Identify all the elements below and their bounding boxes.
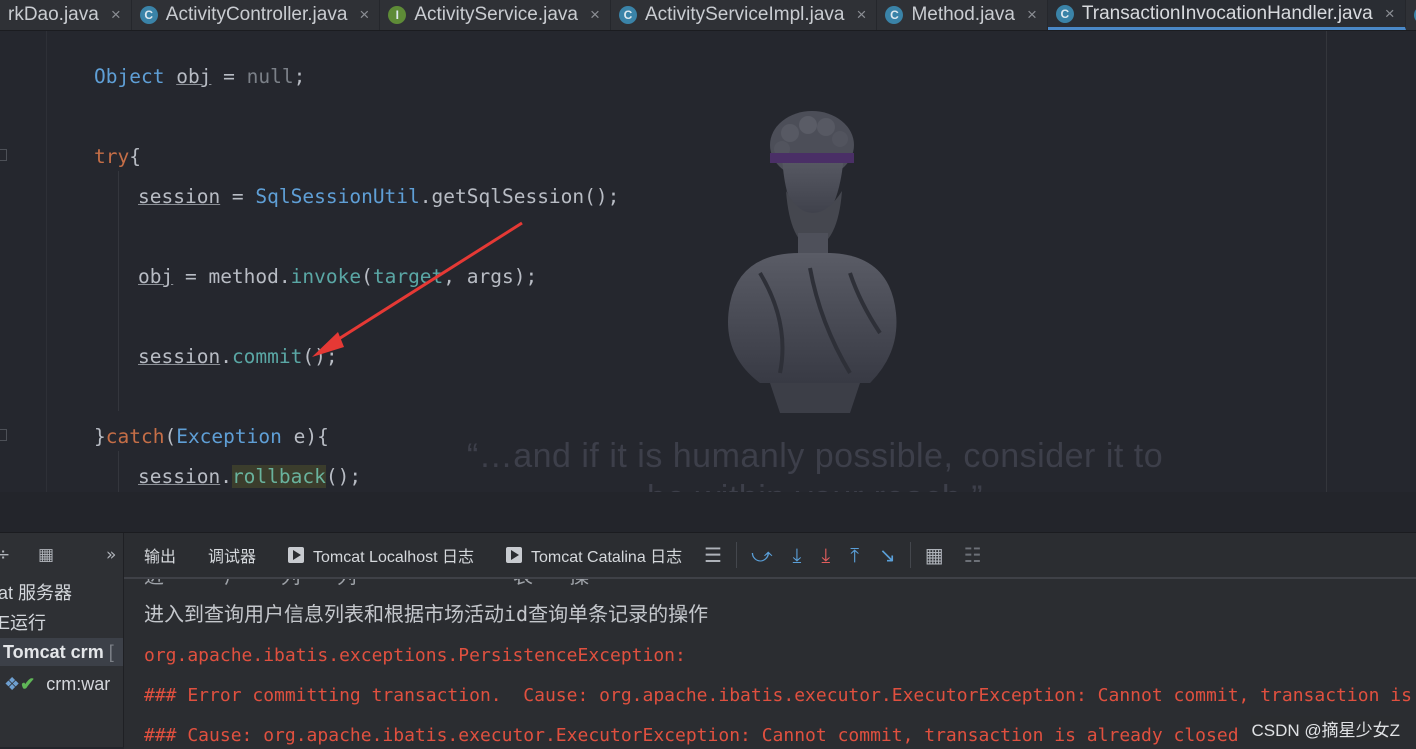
console-toolbar: 输出 调试器 Tomcat Localhost 日志 Tomcat Catali…	[124, 533, 1416, 577]
interface-icon: I	[388, 6, 407, 24]
close-icon[interactable]: ×	[1385, 4, 1395, 24]
indent-guide	[118, 451, 119, 492]
code-line[interactable]: session = SqlSessionUtil.getSqlSession()…	[138, 184, 619, 210]
console-line: 进 · · 户 · 列 · 列 · · · · · · 表 · 操	[144, 579, 589, 589]
group-by-icon[interactable]: ▦	[38, 545, 54, 565]
tab-output[interactable]: 输出	[144, 543, 176, 567]
class-icon: C	[618, 6, 637, 24]
tab-tomcat-localhost-log[interactable]: Tomcat Localhost 日志	[288, 543, 474, 567]
log-icon	[506, 547, 522, 563]
close-icon[interactable]: ×	[111, 5, 121, 25]
download-icon[interactable]: ⤓	[793, 543, 802, 567]
artifact-icon: ❖	[4, 674, 21, 694]
code-line[interactable]: session.rollback();	[138, 464, 361, 490]
quote-line: be within your reach.”	[430, 477, 1200, 492]
download-red-icon[interactable]: ⤓	[821, 543, 830, 567]
tab-debugger[interactable]: 调试器	[208, 543, 256, 567]
tab-label: ActivityService.java	[414, 4, 578, 25]
code-line[interactable]: }catch(Exception e){	[94, 424, 329, 450]
tab-next-partial[interactable]: C	[1406, 0, 1416, 30]
fold-marker[interactable]	[0, 149, 7, 161]
tab-tomcat-catalina-log[interactable]: Tomcat Catalina 日志	[506, 543, 682, 567]
class-icon: C	[139, 6, 158, 24]
services-tool-window: ÷ ▦ » at 服务器 E运行 Tomcat crm [ ❖✔ crm:war…	[0, 532, 1416, 749]
fold-marker[interactable]	[0, 429, 7, 441]
code-editor[interactable]: “…and if it is humanly possible, conside…	[0, 31, 1416, 492]
scroll-to-end-icon[interactable]: ⤻	[751, 543, 772, 567]
tab-activity-service-impl[interactable]: C ActivityServiceImpl.java ×	[611, 0, 878, 30]
class-icon: C	[1055, 4, 1074, 23]
service-node-tomcat-crm[interactable]: Tomcat crm [	[0, 638, 123, 666]
soft-wrap-icon[interactable]: ☰	[704, 543, 722, 567]
tab-activity-controller[interactable]: C ActivityController.java ×	[132, 0, 381, 30]
indent-guide	[118, 171, 119, 411]
code-line[interactable]: Object obj = null;	[94, 64, 305, 90]
tab-activity-service[interactable]: I ActivityService.java ×	[380, 0, 611, 30]
toolbar-separator	[909, 542, 911, 568]
console-line-error: org.apache.ibatis.exceptions.Persistence…	[144, 645, 686, 666]
console-line: 进入到查询用户信息列表和根据市场活动id查询单条记录的操作	[144, 602, 709, 626]
tab-rkdao[interactable]: rkDao.java ×	[0, 0, 132, 30]
step-into-icon[interactable]: ↘	[879, 543, 896, 567]
watermark: CSDN @摘星少女Z	[1251, 716, 1400, 741]
service-node-artifact[interactable]: ❖✔ crm:war	[4, 670, 110, 698]
tab-transaction-invocation-handler[interactable]: C TransactionInvocationHandler.java ×	[1047, 0, 1406, 30]
close-icon[interactable]: ×	[590, 5, 600, 25]
console-line-error: ### Error committing transaction. Cause:…	[144, 685, 1412, 706]
close-icon[interactable]: ×	[1027, 5, 1037, 25]
tab-label: ActivityServiceImpl.java	[644, 4, 845, 25]
close-icon[interactable]: ×	[359, 5, 369, 25]
right-margin-guide	[1326, 31, 1327, 492]
tab-label: rkDao.java	[8, 4, 99, 25]
editor-tab-bar: rkDao.java × C ActivityController.java ×…	[0, 0, 1416, 31]
service-node-running[interactable]: E运行	[0, 609, 46, 637]
filter-lines-icon[interactable]: ☷	[964, 543, 982, 567]
console-line-error: ### Cause: org.apache.ibatis.executor.Ex…	[144, 725, 1239, 746]
bust-wallpaper-image	[728, 111, 897, 413]
log-icon	[288, 547, 305, 563]
console-output[interactable]: 进 · · 户 · 列 · 列 · · · · · · 表 · 操 进入到查询用…	[124, 577, 1416, 749]
toolbar-separator	[736, 542, 738, 568]
code-line[interactable]: obj = method.invoke(target, args);	[138, 264, 537, 290]
tab-label: TransactionInvocationHandler.java	[1081, 2, 1373, 24]
code-line[interactable]: session.commit();	[138, 344, 338, 370]
table-icon[interactable]: ▦	[925, 543, 944, 567]
service-node-server[interactable]: at 服务器	[0, 579, 72, 607]
class-icon: C	[885, 6, 904, 24]
more-chevron-icon[interactable]: »	[106, 545, 116, 565]
services-tree-panel: ÷ ▦ » at 服务器 E运行 Tomcat crm [ ❖✔ crm:war	[0, 533, 124, 747]
tab-label: Method.java	[911, 4, 1015, 25]
quote-line: “…and if it is humanly possible, conside…	[466, 437, 1164, 475]
check-icon: ✔	[20, 674, 36, 694]
wallpaper-quote: “…and if it is humanly possible, conside…	[430, 435, 1200, 492]
expand-all-icon[interactable]: ÷	[0, 545, 10, 565]
tab-label: ActivityController.java	[165, 4, 348, 25]
code-line[interactable]: try{	[94, 144, 141, 170]
tab-method[interactable]: C Method.java ×	[877, 0, 1048, 30]
upload-icon[interactable]: ⤒	[850, 543, 859, 567]
services-toolbar: ÷ ▦ »	[0, 533, 123, 577]
close-icon[interactable]: ×	[857, 5, 867, 25]
gutter-divider	[46, 31, 47, 492]
